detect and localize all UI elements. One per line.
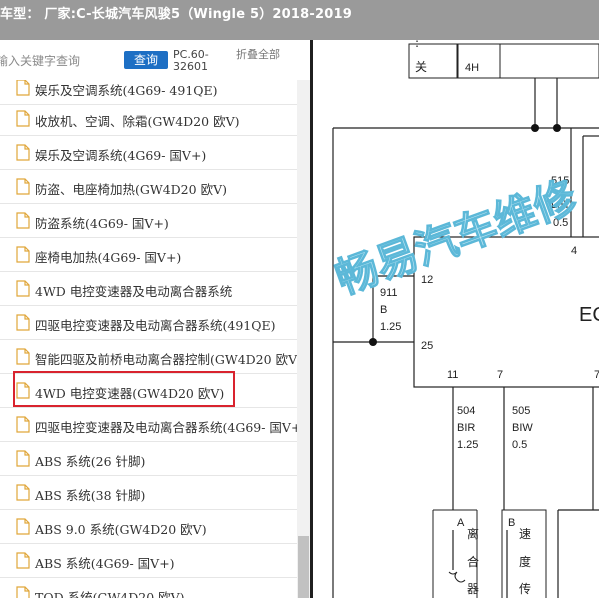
conn-a-char-2: 器: [467, 582, 479, 596]
tree-item-10[interactable]: 四驱电控变速器及电动离合器系统(4G69- 国V+): [0, 408, 297, 442]
conn-b-char-2: 传: [519, 581, 531, 596]
document-icon: [16, 212, 30, 229]
tree-item-14[interactable]: ABS 系统(4G69- 国V+): [0, 544, 297, 578]
wire-911-color: B: [380, 304, 387, 316]
wire-504-gauge: 1.25: [457, 439, 478, 451]
tree-item-8[interactable]: 智能四驱及前桥电动离合器控制(GW4D20 欧V): [0, 340, 297, 374]
label-4h: 4H: [465, 62, 479, 74]
pin-12: 12: [421, 274, 433, 286]
conn-b-char-1: 度: [519, 554, 531, 569]
tree-item-label: 娱乐及空调系统(4G69- 491QE): [35, 83, 218, 98]
tree-item-1[interactable]: 收放机、空调、除霜(GW4D20 欧V): [0, 102, 297, 136]
tree-item-4[interactable]: 防盗系统(4G69- 国V+): [0, 204, 297, 238]
tree-item-15[interactable]: TOD 系统(GW4D20 欧V): [0, 578, 297, 598]
document-icon: [16, 280, 30, 297]
tree-item-9-selected[interactable]: 4WD 电控变速器(GW4D20 欧V): [0, 374, 297, 408]
wire-911-gauge: 1.25: [380, 321, 401, 333]
tree-item-7[interactable]: 四驱电控变速器及电动离合器系统(491QE): [0, 306, 297, 340]
title-bar: 车型： 厂家:C-长城汽车风骏5（Wingle 5）2018-2019: [0, 0, 599, 40]
document-icon: [16, 552, 30, 569]
tree-item-label: TOD 系统(GW4D20 欧V): [35, 590, 185, 598]
document-icon: [16, 314, 30, 331]
svg-text:7: 7: [594, 369, 599, 381]
tree-item-11[interactable]: ABS 系统(26 针脚): [0, 442, 297, 476]
tree-item-label: 防盗、电座椅加热(GW4D20 欧V): [35, 182, 227, 197]
pc-code: PC.60-32601: [173, 48, 209, 73]
document-icon: [16, 382, 30, 399]
tree-item-6[interactable]: 4WD 电控变速器及电动离合器系统: [0, 272, 297, 306]
document-icon: [16, 450, 30, 467]
tree-item-label: 4WD 电控变速器及电动离合器系统: [35, 284, 233, 299]
diagram-viewer[interactable]: 关 4H : 515 LgY 0.5 4 12 25 EC 11 7 7 911…: [313, 40, 599, 598]
tree-item-label: ABS 系统(4G69- 国V+): [35, 556, 175, 571]
wire-504-num: 504: [457, 405, 475, 417]
tree-item-13[interactable]: ABS 9.0 系统(GW4D20 欧V): [0, 510, 297, 544]
tree-item-label: 四驱电控变速器及电动离合器系统(491QE): [35, 318, 276, 333]
document-icon: [16, 416, 30, 433]
tree-item-label: ABS 9.0 系统(GW4D20 欧V): [35, 522, 207, 537]
tree-item-3[interactable]: 防盗、电座椅加热(GW4D20 欧V): [0, 170, 297, 204]
tree-item-label: 娱乐及空调系统(4G69- 国V+): [35, 148, 207, 163]
wire-504-color: BIR: [457, 422, 475, 434]
document-icon: [16, 348, 30, 365]
tree-item-label: ABS 系统(26 针脚): [35, 454, 146, 469]
search-input[interactable]: [0, 52, 116, 70]
tree-item-label: 防盗系统(4G69- 国V+): [35, 216, 169, 231]
ecu-label: EC: [579, 304, 599, 326]
tree-item-2[interactable]: 娱乐及空调系统(4G69- 国V+): [0, 136, 297, 170]
wire-505-gauge: 0.5: [512, 439, 527, 451]
document-icon: [16, 518, 30, 535]
document-icon: [16, 246, 30, 263]
conn-a-char-0: 离: [467, 526, 479, 541]
scrollbar-thumb[interactable]: [298, 536, 309, 598]
conn-b-char-0: 速: [519, 527, 531, 541]
tree-item-12[interactable]: ABS 系统(38 针脚): [0, 476, 297, 510]
query-button[interactable]: 查询: [124, 51, 168, 69]
conn-a-letter: A: [457, 517, 465, 529]
document-icon: [16, 178, 30, 195]
pin-4: 4: [571, 245, 577, 257]
tree-item-label: 四驱电控变速器及电动离合器系统(4G69- 国V+): [35, 420, 297, 435]
search-toolbar: 查询 PC.60-32601 折叠全部: [0, 40, 310, 80]
conn-a-char-1: 合: [467, 554, 479, 569]
window-title: 车型： 厂家:C-长城汽车风骏5（Wingle 5）2018-2019: [0, 7, 352, 22]
tree-item-5[interactable]: 座椅电加热(4G69- 国V+): [0, 238, 297, 272]
svg-text::: :: [415, 40, 419, 50]
tree-scrollbar[interactable]: [297, 80, 310, 598]
tree-item-label: ABS 系统(38 针脚): [35, 488, 146, 503]
pin-7: 7: [497, 369, 503, 381]
document-icon: [16, 110, 30, 127]
document-tree: 娱乐及空调系统(4G69- 491QE) 收放机、空调、除霜(GW4D20 欧V…: [0, 80, 297, 598]
pin-11: 11: [447, 369, 458, 381]
wire-505-color: BIW: [512, 422, 533, 434]
pin-25: 25: [421, 340, 433, 352]
wire-505-num: 505: [512, 405, 530, 417]
conn-b-letter: B: [508, 517, 515, 529]
tree-item-label: 座椅电加热(4G69- 国V+): [35, 250, 182, 265]
document-icon: [16, 484, 30, 501]
document-icon: [16, 586, 30, 598]
tree-item-label: 4WD 电控变速器(GW4D20 欧V): [35, 386, 225, 401]
tree-item-label: 收放机、空调、除霜(GW4D20 欧V): [35, 114, 240, 129]
document-icon: [16, 144, 30, 161]
collapse-all-link[interactable]: 折叠全部: [236, 49, 280, 61]
tree-item-label: 智能四驱及前桥电动离合器控制(GW4D20 欧V): [35, 352, 297, 367]
wiring-diagram: 关 4H : 515 LgY 0.5 4 12 25 EC 11 7 7 911…: [329, 40, 599, 598]
document-icon: [16, 80, 30, 96]
label-off: 关: [415, 60, 427, 74]
